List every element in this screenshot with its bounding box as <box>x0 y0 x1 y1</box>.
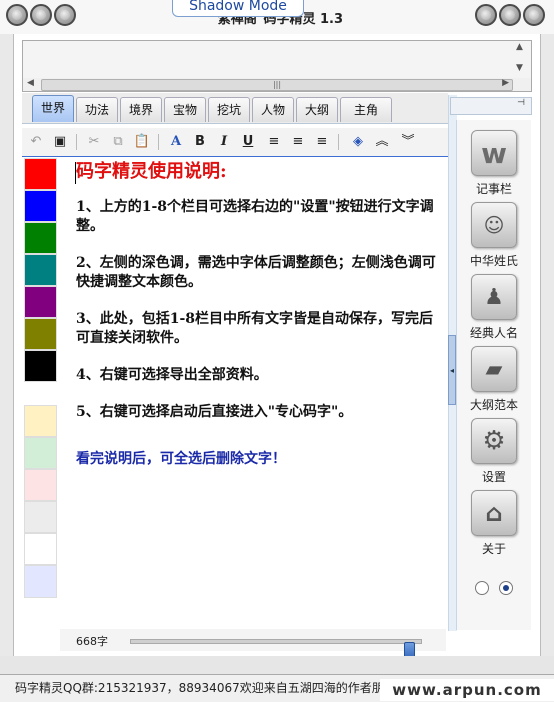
color-swatch-light-pink[interactable] <box>24 469 57 501</box>
word-count-bar: 668字 <box>60 629 446 661</box>
names-label: 经典人名 <box>469 326 518 340</box>
category-tabs: 世界 功法 境界 宝物 挖坑 人物 大纲 主角 <box>22 93 448 124</box>
cut-icon[interactable]: ✂ <box>84 132 104 152</box>
chevron-up-icon[interactable]: ︽ <box>372 132 392 152</box>
align-left-icon[interactable]: ≡ <box>264 132 284 152</box>
word-count: 668字 <box>76 635 108 648</box>
radio-option-1[interactable] <box>475 581 489 595</box>
color-swatch-olive[interactable] <box>24 318 57 350</box>
tab-treasure[interactable]: 宝物 <box>164 97 206 122</box>
pin-icon[interactable]: ⊣ <box>514 98 528 111</box>
paste-icon[interactable]: 📋 <box>132 132 152 152</box>
color-swatch-blue[interactable] <box>24 190 57 222</box>
scroll-right-icon[interactable]: ▶ <box>502 78 509 88</box>
color-swatch-green[interactable] <box>24 222 57 254</box>
horizontal-scrollbar[interactable]: ◀ ||| ▶ <box>22 78 532 92</box>
finder-face-icon: ☺ <box>471 202 517 248</box>
instruction-item: 5、右键可选择启动后直接进入"专心码字"。 <box>76 404 353 420</box>
settings-button[interactable]: ⚙ 设置 <box>457 418 531 485</box>
color-swatch-light-blue[interactable] <box>24 565 57 598</box>
color-swatch-white[interactable] <box>24 533 57 565</box>
undo-icon[interactable]: ↶ <box>26 132 46 152</box>
color-swatch-light-green[interactable] <box>24 437 57 469</box>
align-center-icon[interactable]: ≡ <box>288 132 308 152</box>
italic-button[interactable]: I <box>214 132 234 152</box>
color-palette <box>24 158 57 598</box>
document-title: 码字精灵使用说明: <box>76 161 227 182</box>
color-swatch-black[interactable] <box>24 350 57 382</box>
settings-label: 设置 <box>481 470 506 484</box>
notebook-button[interactable]: w 记事栏 <box>457 130 531 197</box>
app-window: "紫禅阁"码字精灵 1.3 Shadow Mode ▲ ▼ ◀ ||| ▶ 世界… <box>0 0 554 702</box>
outline-templates-button[interactable]: ▰ 大纲范本 <box>457 346 531 413</box>
scroll-down-icon[interactable]: ▼ <box>516 63 523 73</box>
color-swatch-purple[interactable] <box>24 286 57 318</box>
font-icon[interactable]: A <box>166 132 186 152</box>
format-toolbar: ↶ ▣ ✂ ⧉ 📋 A B I U ≡ ≡ ≡ ◈ ︽ ︾ <box>22 128 448 157</box>
main-text-editor[interactable]: 码字精灵使用说明: 1、上方的1-8个栏目可选择右边的"设置"按钮进行文字调整。… <box>60 157 446 629</box>
color-swatch-teal[interactable] <box>24 254 57 286</box>
about-label: 关于 <box>481 542 506 556</box>
watermark: www.arpun.com <box>380 679 554 701</box>
toolbar-separator <box>158 134 159 150</box>
toolbar-separator <box>76 134 77 150</box>
scroll-up-icon[interactable]: ▲ <box>516 42 523 52</box>
top-memo-field[interactable] <box>22 40 532 80</box>
text-caret <box>75 162 76 184</box>
about-button[interactable]: ⌂ 关于 <box>457 490 531 557</box>
status-text: 码字精灵QQ群:215321937，88934067欢迎来自五湖四海的作者朋友 <box>15 681 396 695</box>
instruction-item: 3、此处，包括1-8栏目中所有文字皆是自动保存，写完后可直接关闭软件。 <box>76 311 434 346</box>
shadow-mode-tab[interactable]: Shadow Mode <box>172 0 304 17</box>
folder-icon: ▰ <box>471 346 517 392</box>
tab-world[interactable]: 世界 <box>32 95 74 122</box>
zoom-slider[interactable] <box>130 639 422 661</box>
scroll-left-icon[interactable]: ◀ <box>27 78 34 88</box>
names-button[interactable]: ♟ 经典人名 <box>457 274 531 341</box>
copy-format-icon[interactable]: ▣ <box>50 132 70 152</box>
left-border <box>0 34 14 674</box>
tab-realm[interactable]: 境界 <box>120 97 162 122</box>
home-icon: ⌂ <box>471 490 517 536</box>
notebook-w-icon: w <box>471 130 517 176</box>
maximize-button[interactable] <box>499 4 521 26</box>
color-swatch-red[interactable] <box>24 158 57 190</box>
color-swatch-light-gray[interactable] <box>24 501 57 533</box>
instruction-item: 2、左侧的深色调，需选中字体后调整颜色；左侧浅色调可快捷调整文本颜色。 <box>76 255 436 290</box>
tab-plot-hooks[interactable]: 挖坑 <box>208 97 250 122</box>
toolbar-separator <box>338 134 339 150</box>
bold-button[interactable]: B <box>190 132 210 152</box>
fill-color-icon[interactable]: ◈ <box>348 132 368 152</box>
minimize-button[interactable] <box>475 4 497 26</box>
tab-characters[interactable]: 人物 <box>252 97 294 122</box>
underline-button[interactable]: U <box>238 132 258 152</box>
tab-skills[interactable]: 功法 <box>76 97 118 122</box>
color-swatch-light-yellow[interactable] <box>24 405 57 437</box>
outline-templates-label: 大纲范本 <box>469 398 518 412</box>
notebook-label: 记事栏 <box>475 182 512 196</box>
copy-icon[interactable]: ⧉ <box>108 132 128 152</box>
radio-option-2[interactable] <box>499 581 513 595</box>
close-button[interactable] <box>523 4 545 26</box>
penguin-icon: ♟ <box>471 274 517 320</box>
right-tool-panel: w 记事栏 ☺ 中华姓氏 ♟ 经典人名 ▰ 大纲范本 ⚙ 设置 ⌂ 关于 <box>456 120 531 630</box>
align-right-icon[interactable]: ≡ <box>312 132 332 152</box>
instruction-note: 看完说明后，可全选后删除文字！ <box>76 451 286 467</box>
surnames-button[interactable]: ☺ 中华姓氏 <box>457 202 531 269</box>
tab-protagonist[interactable]: 主角 <box>340 97 392 122</box>
right-border <box>540 34 554 674</box>
bottom-border <box>0 656 554 674</box>
tab-outline[interactable]: 大纲 <box>296 97 338 122</box>
scrollbar-thumb[interactable]: ||| <box>41 79 513 91</box>
chevron-down-icon[interactable]: ︾ <box>398 132 418 152</box>
instruction-item: 1、上方的1-8个栏目可选择右边的"设置"按钮进行文字调整。 <box>76 199 434 234</box>
surnames-label: 中华姓氏 <box>469 254 518 268</box>
instruction-item: 4、右键可选择导出全部资料。 <box>76 367 268 383</box>
gear-icon: ⚙ <box>471 418 517 464</box>
splitter-collapse-button[interactable]: ◂ <box>448 335 456 405</box>
